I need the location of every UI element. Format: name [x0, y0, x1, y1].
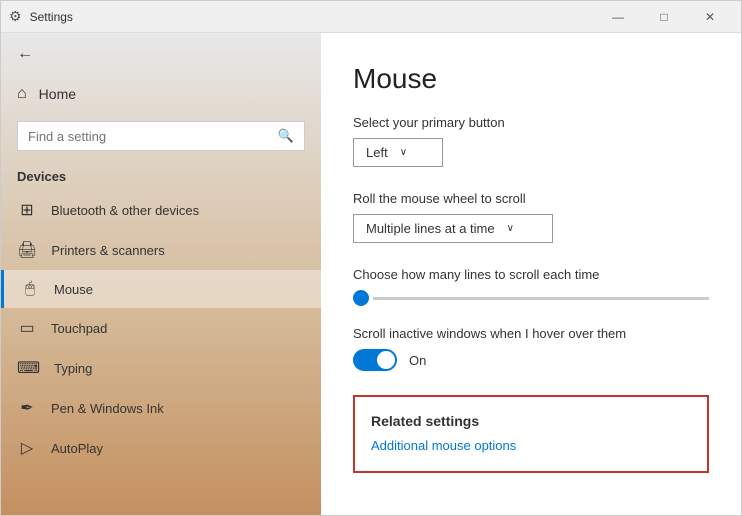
home-nav-item[interactable]: ⌂ Home [1, 75, 321, 113]
bluetooth-label: Bluetooth & other devices [51, 203, 199, 218]
settings-window-icon: ⚙ [9, 8, 22, 25]
toggle-state-label: On [409, 353, 426, 368]
sidebar: ← ⌂ Home 🔍 Devices ⊞ Bluetooth & other d… [1, 33, 321, 515]
autoplay-label: AutoPlay [51, 441, 103, 456]
primary-button-value: Left [366, 145, 388, 160]
main-content: ← ⌂ Home 🔍 Devices ⊞ Bluetooth & other d… [1, 33, 741, 515]
primary-button-label: Select your primary button [353, 115, 709, 130]
related-settings-title: Related settings [371, 413, 691, 429]
slider-track [373, 297, 709, 300]
typing-icon: ⌨ [17, 358, 40, 378]
search-icon: 🔍 [278, 128, 294, 144]
typing-label: Typing [54, 361, 92, 376]
title-bar-left: ⚙ Settings [9, 8, 73, 25]
lines-slider[interactable] [353, 290, 709, 306]
inactive-toggle-row: On [353, 349, 709, 371]
inactive-windows-label: Scroll inactive windows when I hover ove… [353, 326, 709, 341]
toggle-knob [377, 351, 395, 369]
pen-label: Pen & Windows Ink [51, 401, 164, 416]
home-icon: ⌂ [17, 85, 27, 103]
close-button[interactable]: ✕ [687, 1, 733, 33]
additional-mouse-options-link[interactable]: Additional mouse options [371, 438, 516, 453]
scroll-chevron-icon: ∨ [507, 223, 514, 234]
scroll-value: Multiple lines at a time [366, 221, 495, 236]
sidebar-item-pen[interactable]: ✒ Pen & Windows Ink [1, 388, 321, 428]
back-button[interactable]: ← [1, 33, 321, 75]
back-arrow-icon: ← [17, 45, 33, 63]
lines-scroll-label: Choose how many lines to scroll each tim… [353, 267, 709, 282]
sidebar-item-typing[interactable]: ⌨ Typing [1, 348, 321, 388]
mouse-label: Mouse [54, 282, 93, 297]
printers-icon: 🖨 [17, 240, 37, 260]
sidebar-item-bluetooth[interactable]: ⊞ Bluetooth & other devices [1, 190, 321, 230]
printers-label: Printers & scanners [51, 243, 164, 258]
bluetooth-icon: ⊞ [17, 200, 37, 220]
primary-button-chevron-icon: ∨ [400, 147, 407, 158]
sidebar-item-mouse[interactable]: 🖱 Mouse [1, 270, 321, 308]
pen-icon: ✒ [17, 398, 37, 418]
minimize-button[interactable]: — [595, 1, 641, 33]
title-bar-text: Settings [30, 10, 73, 24]
scroll-setting-label: Roll the mouse wheel to scroll [353, 191, 709, 206]
sidebar-item-autoplay[interactable]: ▷ AutoPlay [1, 428, 321, 468]
inactive-toggle[interactable] [353, 349, 397, 371]
maximize-button[interactable]: □ [641, 1, 687, 33]
slider-thumb [353, 290, 369, 306]
sidebar-item-printers[interactable]: 🖨 Printers & scanners [1, 230, 321, 270]
search-input[interactable] [28, 129, 270, 144]
autoplay-icon: ▷ [17, 438, 37, 458]
sidebar-item-touchpad[interactable]: ▭ Touchpad [1, 308, 321, 348]
right-panel: Mouse Select your primary button Left ∨ … [321, 33, 741, 515]
primary-button-dropdown[interactable]: Left ∨ [353, 138, 443, 167]
title-bar: ⚙ Settings — □ ✕ [1, 1, 741, 33]
page-title: Mouse [353, 63, 709, 95]
scroll-dropdown[interactable]: Multiple lines at a time ∨ [353, 214, 553, 243]
touchpad-icon: ▭ [17, 318, 37, 338]
title-bar-controls: — □ ✕ [595, 1, 733, 33]
touchpad-label: Touchpad [51, 321, 107, 336]
home-label: Home [39, 86, 76, 102]
settings-window: ⚙ Settings — □ ✕ ← ⌂ Home 🔍 Devices [0, 0, 742, 516]
mouse-icon: 🖱 [20, 280, 40, 298]
search-box[interactable]: 🔍 [17, 121, 305, 151]
devices-section-label: Devices [1, 159, 321, 190]
related-settings-box: Related settings Additional mouse option… [353, 395, 709, 473]
